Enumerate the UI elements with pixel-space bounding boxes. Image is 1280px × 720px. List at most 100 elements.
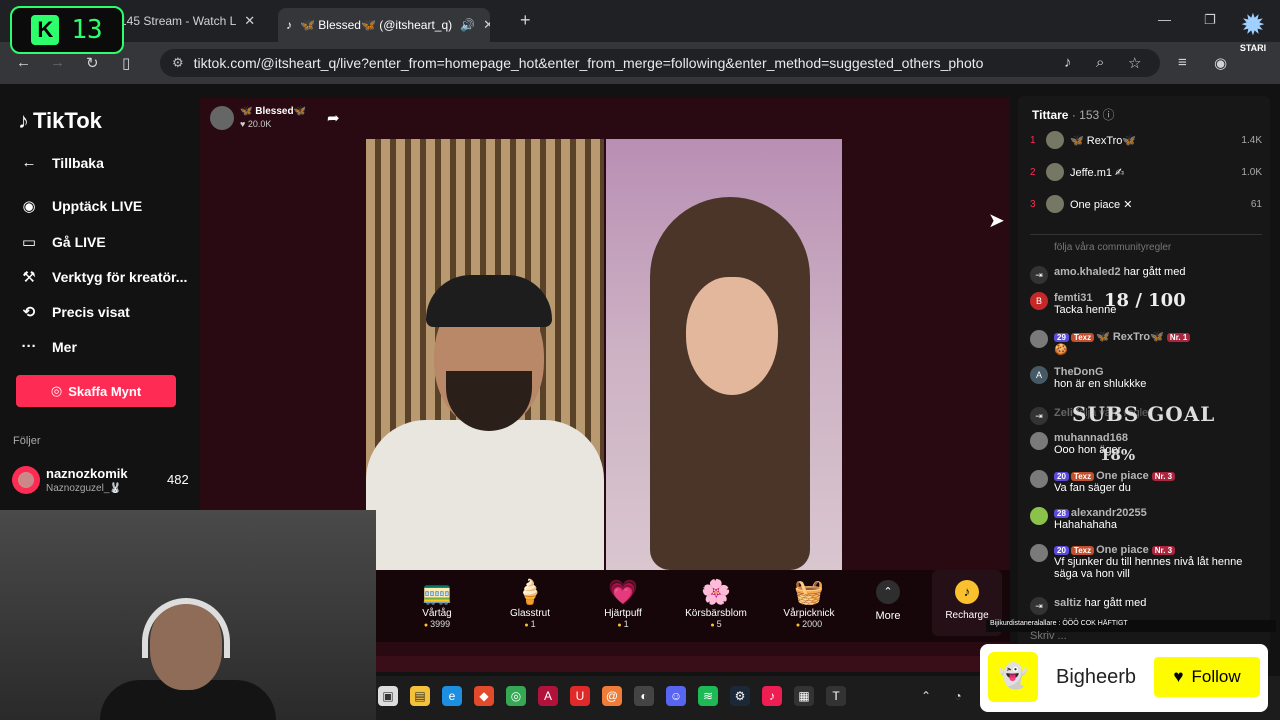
minimize-icon[interactable]: — [1158, 12, 1171, 27]
chrome-icon[interactable]: ◎ [506, 686, 526, 706]
tiktok-extension-icon[interactable]: ♪ [1064, 54, 1072, 71]
reload-icon[interactable]: ↻ [86, 54, 99, 72]
follow-button[interactable]: ♥ Follow [1154, 657, 1260, 697]
bookmark-star-icon[interactable]: ☆ [1128, 54, 1141, 72]
profile-icon[interactable]: ◉ [1214, 54, 1227, 72]
history-icon: ⟲ [22, 304, 36, 321]
site-info-icon[interactable]: ⚙ [172, 55, 184, 71]
level-badge: 28 [1054, 509, 1069, 518]
avatar [1030, 507, 1048, 525]
app-icon[interactable]: T [826, 686, 846, 706]
folder-icon[interactable]: ▤ [410, 686, 430, 706]
forward-arrow-icon[interactable]: → [50, 54, 65, 71]
avatar [12, 466, 40, 494]
tab-tiktok-live[interactable]: ♪ 🦋 Blessed🦋 (@itsheart_q) 🔊 ✕ [278, 8, 490, 42]
discord-icon[interactable]: ☺ [666, 686, 686, 706]
tiktok-favicon-icon: ♪ [286, 18, 292, 32]
desktop-icon[interactable]: ▣ [378, 686, 398, 706]
snapchat-icon: 👻 [988, 652, 1038, 702]
back-arrow-icon[interactable]: ← [16, 54, 31, 71]
follow-widget-name: Bigheerb [1056, 666, 1137, 688]
mouse-cursor-icon: ➤ [988, 210, 1005, 232]
more-gifts-button[interactable]: ⌃ More [866, 580, 910, 622]
following-item[interactable]: naznozkomik Naznozguzel_🐰 482 [12, 464, 192, 498]
rank-badge: Nr. 1 [1166, 333, 1191, 342]
share-icon[interactable]: ➦ [327, 109, 340, 127]
side-panel-icon[interactable]: ▯ [122, 54, 130, 72]
chat-message: 29 Texz 🦋 RexTro🦋 Nr. 1 🍪 [1030, 330, 1262, 360]
tray-icon[interactable]: ◔ [948, 686, 968, 706]
maximize-icon[interactable]: ❐ [1204, 12, 1216, 28]
gift-blossom-icon: 🌸 [701, 579, 731, 606]
app-icon[interactable]: ▦ [794, 686, 814, 706]
get-coins-button[interactable]: ◎ Skaffa Mynt [16, 375, 176, 407]
heart-icon: ♥ [1173, 667, 1184, 686]
stream-bottom-bar [376, 656, 1010, 672]
gift-picnic-icon: 🧺 [794, 579, 824, 606]
sidebar-item-more[interactable]: ··· Mer [18, 338, 77, 355]
top-viewer[interactable]: 3 One piace ✕ 61 [1030, 194, 1262, 214]
gift-item[interactable]: 🍦 Glasstrut 1 [485, 578, 575, 629]
fan-badge: Texz [1070, 472, 1095, 481]
spotify-icon[interactable]: ≋ [698, 686, 718, 706]
steam-icon[interactable]: ⚙ [730, 686, 750, 706]
chevron-up-icon[interactable]: ⌃ [916, 686, 936, 706]
avatar [1030, 330, 1048, 348]
tiktok-note-icon: ♪ [18, 108, 29, 133]
sidebar-item-creator-tools[interactable]: ⚒ Verktyg för kreatör... [18, 268, 187, 286]
app-icon[interactable]: A [538, 686, 558, 706]
app-icon[interactable]: U [570, 686, 590, 706]
rules-hint: följa våra communityregler [1054, 242, 1172, 253]
speaker-icon[interactable]: 🔊 [460, 18, 475, 32]
coin-icon: ♪ [955, 580, 979, 604]
gift-item[interactable]: 💗 Hjärtpuff 1 [578, 578, 668, 629]
viewers-header[interactable]: Tittare · 153 ⓘ [1032, 106, 1115, 123]
fan-badge: Texz [1070, 546, 1095, 555]
tiktok-logo[interactable]: ♪ TikTok [18, 108, 102, 134]
chat-message: muhannad168 Ooo hon äger [1030, 432, 1262, 462]
url-text: tiktok.com/@itsheart_q/live?enter_from=h… [193, 55, 984, 71]
join-icon: ⇥ [1030, 407, 1048, 425]
avatar [1046, 195, 1064, 213]
app-icon[interactable]: ◆ [474, 686, 494, 706]
gift-item[interactable]: 🧺 Vårpicknick 2000 [764, 578, 854, 629]
sidebar-item-go-live[interactable]: ▭ Gå LIVE [18, 233, 106, 251]
chevron-up-icon: ⌃ [876, 580, 900, 604]
zoom-icon[interactable]: ⌕ [1096, 54, 1104, 71]
edge-icon[interactable]: e [442, 686, 462, 706]
top-viewer[interactable]: 2 Jeffe.m1 ✍ 1.0K [1030, 162, 1262, 182]
back-link[interactable]: ← Tillbaka [18, 154, 104, 171]
sidebar-item-discover-live[interactable]: ◉ Upptäck LIVE [18, 197, 142, 215]
info-icon: ⓘ [1102, 108, 1115, 122]
tab-title: 145 Stream - Watch L [120, 14, 237, 28]
back-arrow-icon: ← [21, 154, 37, 171]
gift-item[interactable]: 🚃 Vårtåg 3999 [392, 578, 482, 629]
video-feed-right [606, 139, 842, 570]
close-icon[interactable]: ✕ [483, 17, 490, 33]
avatar [1030, 432, 1048, 450]
level-badge: 29 [1054, 333, 1069, 342]
avatar [1046, 131, 1064, 149]
avatar [1030, 544, 1048, 562]
url-field[interactable]: ⚙ tiktok.com/@itsheart_q/live?enter_from… [160, 49, 1160, 77]
chat-message: 20 Texz One piace Nr. 3 Vf sjunker du till… [1030, 544, 1262, 588]
app-icon[interactable]: @ [602, 686, 622, 706]
avatar: B [1030, 292, 1048, 310]
media-control-icon[interactable]: ≡ [1178, 54, 1187, 71]
obs-icon[interactable]: ◐ [634, 686, 654, 706]
close-icon[interactable]: ✕ [244, 13, 255, 29]
chat-message: ⇥ saltiz har gått med [1030, 597, 1262, 615]
avatar [1030, 470, 1048, 488]
video-feed-left [366, 139, 604, 570]
gift-heart-icon: 💗 [608, 579, 638, 606]
sidebar-item-recently-viewed[interactable]: ⟲ Precis visat [18, 303, 130, 321]
avatar: A [1030, 366, 1048, 384]
tiktok-icon[interactable]: ♪ [762, 686, 782, 706]
new-tab-button[interactable]: + [520, 10, 531, 31]
gift-train-icon: 🚃 [422, 579, 452, 606]
star-emblem-icon: ✹ [1240, 9, 1266, 42]
top-viewer[interactable]: 1 🦋 RexTro🦋 1.4K [1030, 130, 1262, 150]
gift-item[interactable]: 🌸 Körsbärsblom 5 [671, 578, 761, 629]
rank-badge: Nr. 3 [1151, 546, 1176, 555]
tab-watch[interactable]: 145 Stream - Watch L ✕ [120, 8, 270, 34]
